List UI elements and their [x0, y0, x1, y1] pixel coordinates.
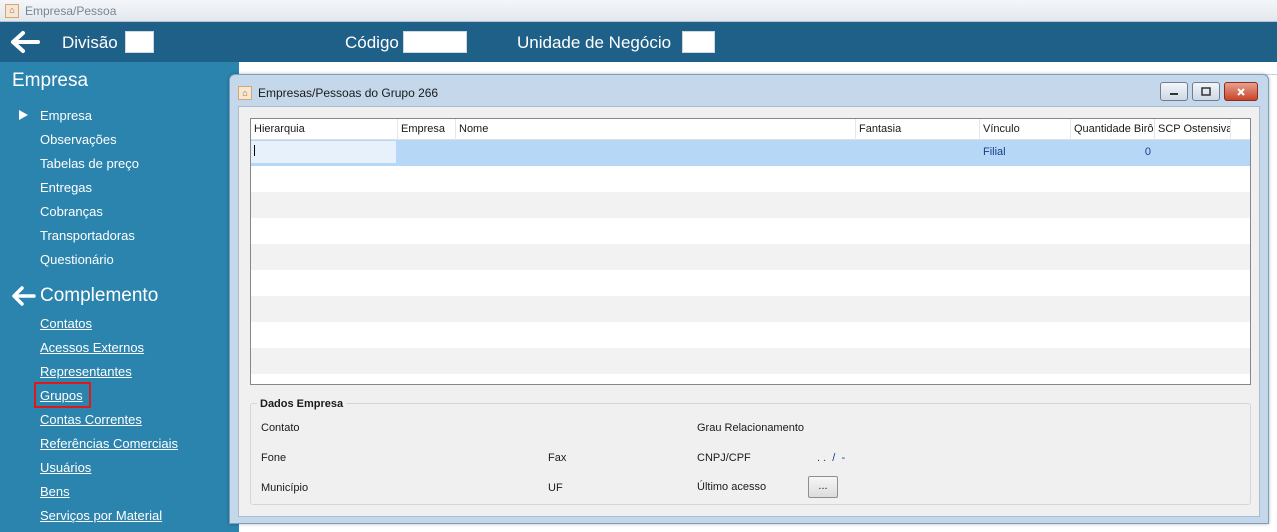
empty-row: [251, 322, 1250, 348]
empty-row: [251, 270, 1250, 296]
minimize-icon: [1170, 92, 1178, 95]
sidebar-item-tabelas-preco[interactable]: Tabelas de preço: [40, 156, 139, 171]
header-bar: Divisão Código Unidade de Negócio: [0, 22, 1277, 62]
sidebar-item-transportadoras[interactable]: Transportadoras: [40, 228, 135, 243]
table-row[interactable]: Filial 0: [251, 140, 1250, 166]
maximize-button[interactable]: [1192, 82, 1220, 101]
close-icon: [1237, 87, 1245, 96]
close-button[interactable]: [1224, 82, 1258, 101]
empty-row: [251, 192, 1250, 218]
sidebar-item-empresa[interactable]: Empresa: [40, 108, 92, 123]
sidebar-item-cobrancas[interactable]: Cobranças: [40, 204, 103, 219]
grau-relacionamento-label: Grau Relacionamento: [697, 422, 805, 434]
grupo-dialog: ⌂ Empresas/Pessoas do Grupo 266 Hierarqu…: [229, 74, 1269, 524]
col-header-empresa[interactable]: Empresa: [398, 119, 456, 140]
codigo-label: Código: [345, 33, 399, 52]
sidebar-item-bens[interactable]: Bens: [40, 484, 70, 499]
dados-empresa-group: Dados Empresa Contato Grau Relacionament…: [250, 398, 1251, 505]
empty-row: [251, 166, 1250, 192]
empty-row: [251, 296, 1250, 322]
divisao-field[interactable]: [125, 31, 154, 53]
sidebar-item-representantes[interactable]: Representantes: [40, 364, 132, 379]
sidebar-title-empresa: Empresa: [12, 70, 89, 91]
dados-empresa-legend: Dados Empresa: [257, 398, 347, 410]
window-title: Empresa/Pessoa: [25, 3, 117, 18]
cnpj-cpf-label: CNPJ/CPF: [697, 452, 751, 464]
sidebar: Empresa Empresa Observações Tabelas de p…: [0, 62, 239, 532]
col-header-scp-ostensiva[interactable]: SCP Ostensiva: [1155, 119, 1231, 140]
col-header-vinculo[interactable]: Vínculo: [980, 119, 1071, 140]
sidebar-item-questionario[interactable]: Questionário: [40, 252, 114, 267]
sidebar-item-contatos[interactable]: Contatos: [40, 316, 92, 331]
fax-label: Fax: [548, 452, 567, 464]
ultimo-acesso-label: Último acesso: [697, 481, 767, 493]
col-header-quantidade-biro[interactable]: Quantidade Birô: [1071, 119, 1155, 140]
col-header-nome[interactable]: Nome: [456, 119, 856, 140]
col-header-fantasia[interactable]: Fantasia: [856, 119, 980, 140]
sidebar-item-servicos-material[interactable]: Serviços por Material: [40, 508, 162, 523]
grid-header: Hierarquia Empresa Nome Fantasia Vínculo…: [251, 119, 1250, 140]
empty-row: [251, 348, 1250, 374]
app-icon: ⌂: [5, 3, 19, 18]
companies-grid[interactable]: Hierarquia Empresa Nome Fantasia Vínculo…: [250, 118, 1251, 385]
grupos-highlight-box: [34, 382, 91, 408]
sidebar-item-entregas[interactable]: Entregas: [40, 180, 92, 195]
sidebar-item-observacoes[interactable]: Observações: [40, 132, 117, 147]
uf-label: UF: [548, 482, 563, 494]
dialog-title-bar: ⌂ Empresas/Pessoas do Grupo 266: [236, 83, 438, 103]
empty-row: [251, 218, 1250, 244]
complemento-arrow-icon[interactable]: [12, 286, 36, 306]
unidade-field[interactable]: [682, 31, 715, 53]
municipio-label: Município: [261, 482, 309, 494]
hierarquia-edit-cell[interactable]: [251, 141, 396, 163]
dialog-body: Hierarquia Empresa Nome Fantasia Vínculo…: [238, 106, 1260, 517]
sidebar-item-acessos-externos[interactable]: Acessos Externos: [40, 340, 144, 355]
dialog-app-icon: ⌂: [238, 86, 252, 100]
sidebar-title-complemento: Complemento: [40, 285, 159, 306]
contato-label: Contato: [261, 422, 300, 434]
col-header-hierarquia[interactable]: Hierarquia: [251, 119, 398, 140]
sidebar-item-contas-correntes[interactable]: Contas Correntes: [40, 412, 142, 427]
back-arrow-icon[interactable]: [10, 30, 40, 54]
codigo-field[interactable]: [403, 31, 467, 53]
cnpj-cpf-value: . . / -: [817, 452, 846, 464]
text-caret: [254, 145, 255, 156]
ultimo-acesso-button[interactable]: ...: [808, 476, 838, 498]
cell-vinculo: Filial: [983, 146, 1006, 158]
sidebar-item-usuarios[interactable]: Usuários: [40, 460, 91, 475]
sidebar-item-referencias-comerciais[interactable]: Referências Comerciais: [40, 436, 178, 451]
cell-quantidade-biro: 0: [1144, 146, 1151, 158]
dialog-title: Empresas/Pessoas do Grupo 266: [258, 86, 439, 100]
divisao-label: Divisão: [62, 33, 118, 52]
fone-label: Fone: [261, 452, 287, 464]
window-title-bar: ⌂ Empresa/Pessoa: [0, 0, 1277, 22]
empty-row: [251, 244, 1250, 270]
minimize-button[interactable]: [1160, 82, 1188, 101]
maximize-icon: [1201, 87, 1211, 96]
current-item-arrow-icon: [19, 110, 28, 120]
unidade-label: Unidade de Negócio: [517, 33, 672, 52]
